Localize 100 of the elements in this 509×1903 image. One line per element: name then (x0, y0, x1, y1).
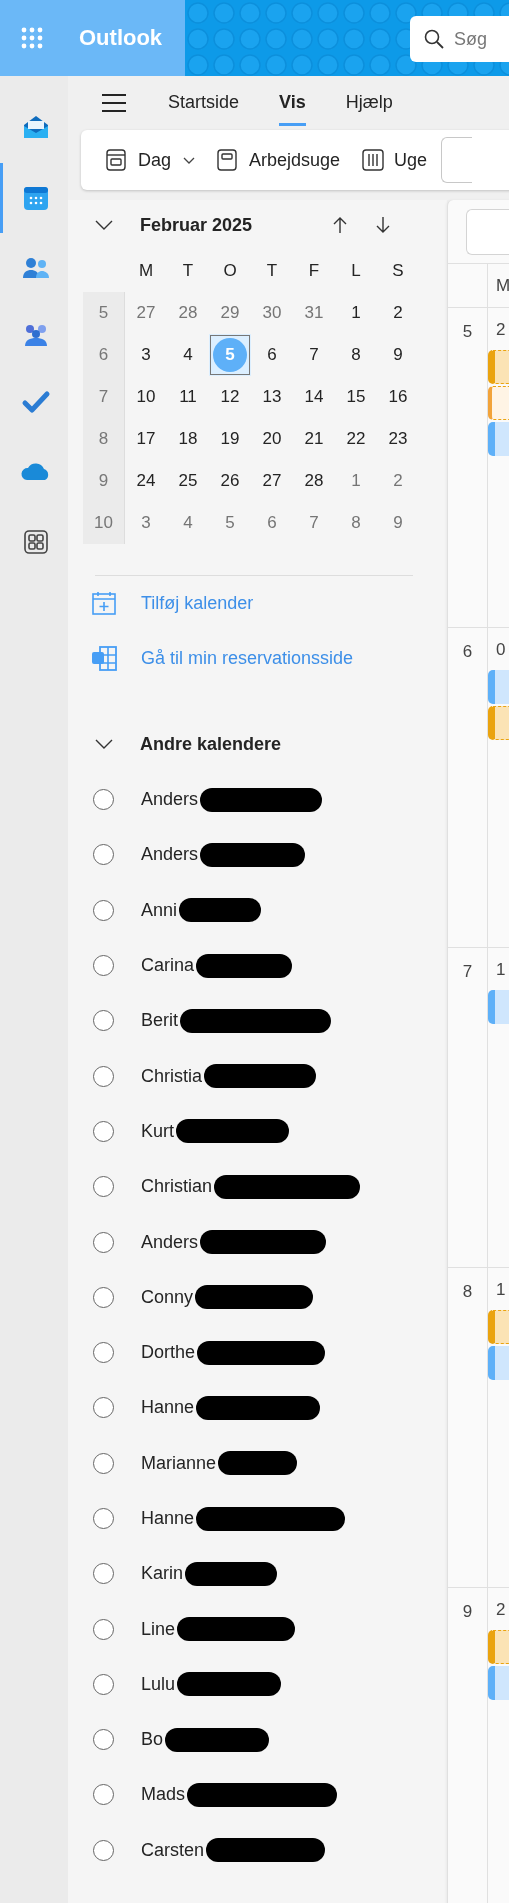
calendar-toggle[interactable] (93, 1729, 114, 1751)
day-number[interactable]: 11 (171, 380, 205, 414)
day-number[interactable]: 24 (129, 464, 163, 498)
day-number[interactable]: 1 (496, 960, 509, 980)
calendar-name[interactable]: Berit (141, 1010, 178, 1032)
tab[interactable]: Hjælp (345, 80, 393, 126)
calendar-toggle[interactable] (93, 1065, 114, 1087)
day-number[interactable]: 9 (381, 338, 415, 372)
calendar-name[interactable]: Anders (141, 844, 199, 866)
calendar-toggle[interactable] (93, 1618, 114, 1640)
day-number[interactable]: 21 (297, 422, 331, 456)
calendar-name[interactable]: Anders (141, 1231, 199, 1253)
day-number[interactable]: 28 (297, 464, 331, 498)
day-number[interactable]: 2 (381, 296, 415, 330)
calendar-toggle[interactable] (93, 1231, 114, 1253)
day-number[interactable]: 9 (381, 506, 415, 540)
calendar-toggle[interactable] (93, 1784, 114, 1806)
calendar-name[interactable]: Karin (141, 1563, 184, 1585)
day-number[interactable]: 7 (297, 506, 331, 540)
day-number[interactable]: 14 (297, 380, 331, 414)
calendar-toggle[interactable] (93, 844, 114, 866)
day-number[interactable]: 26 (213, 464, 247, 498)
day-number[interactable]: 25 (171, 464, 205, 498)
calendar-name[interactable]: Kurt (141, 1120, 174, 1142)
calendar-toggle[interactable] (93, 955, 114, 977)
calendar-name[interactable]: Carsten (141, 1839, 205, 1861)
calendar-toggle[interactable] (93, 789, 114, 811)
menu-icon[interactable] (101, 92, 127, 114)
day-number[interactable]: 4 (171, 338, 205, 372)
day-number[interactable]: 31 (297, 296, 331, 330)
day-number[interactable]: 13 (255, 380, 289, 414)
day-number[interactable]: 2 (496, 1600, 509, 1620)
day-number[interactable]: 12 (213, 380, 247, 414)
calendar-toggle[interactable] (93, 1397, 114, 1419)
calendar-toggle[interactable] (93, 1508, 114, 1529)
calendar-toggle[interactable] (93, 1563, 114, 1585)
month-title[interactable]: Februar 2025 (140, 214, 312, 236)
view-button[interactable]: Uge (362, 149, 428, 171)
previous-month-icon[interactable] (332, 216, 348, 234)
tab[interactable]: Vis (279, 80, 306, 126)
day-number[interactable]: 1 (496, 1280, 509, 1300)
day-number[interactable]: 15 (339, 380, 373, 414)
calendar-toggle[interactable] (93, 1839, 114, 1861)
day-number[interactable]: 3 (129, 338, 163, 372)
day-number[interactable]: 6 (255, 338, 289, 372)
calendar-name[interactable]: Anni (141, 899, 178, 921)
calendar-name[interactable]: Conny (141, 1286, 194, 1308)
calendar-name[interactable]: Carina (141, 955, 195, 977)
day-number[interactable]: 10 (129, 380, 163, 414)
calendar-name[interactable]: Anders (141, 789, 199, 811)
day-number[interactable]: 5 (213, 506, 247, 540)
calendar-toggle[interactable] (93, 1452, 114, 1474)
calendar-toggle[interactable] (93, 1176, 114, 1198)
day-number[interactable]: 19 (213, 422, 247, 456)
day-number[interactable]: 8 (339, 338, 373, 372)
calendar-toggle[interactable] (93, 1286, 114, 1308)
calendar-name[interactable]: Lulu (141, 1673, 176, 1695)
collapse-icon[interactable] (95, 220, 113, 230)
day-number[interactable]: 1 (339, 464, 373, 498)
day-number[interactable]: 16 (381, 380, 415, 414)
day-number[interactable]: 2 (381, 464, 415, 498)
calendar-toggle[interactable] (93, 1673, 114, 1695)
calendar-name[interactable]: Christian (141, 1176, 213, 1198)
calendar-name[interactable]: Christia (141, 1065, 202, 1087)
day-number[interactable]: 4 (171, 506, 205, 540)
next-month-icon[interactable] (375, 216, 391, 234)
day-number[interactable]: 7 (297, 338, 331, 372)
day-number[interactable]: 27 (129, 296, 163, 330)
day-number[interactable]: 8 (339, 506, 373, 540)
calendar-name[interactable]: Line (141, 1618, 176, 1640)
chevron-icon[interactable] (95, 739, 113, 749)
day-number[interactable]: 20 (255, 422, 289, 456)
calendar-name[interactable]: Marianne (141, 1452, 217, 1474)
day-number[interactable]: 17 (129, 422, 163, 456)
view-button[interactable]: Dag (106, 149, 196, 171)
calendar-name[interactable]: Hanne (141, 1397, 195, 1419)
calendar-toggle[interactable] (93, 1120, 114, 1142)
calendar-name[interactable]: Mads (141, 1784, 185, 1806)
calendar-toggle[interactable] (93, 1010, 114, 1032)
calendar-name[interactable]: Dorthe (141, 1342, 196, 1364)
day-number[interactable]: 30 (255, 296, 289, 330)
calendar-name[interactable]: Bo (141, 1729, 164, 1751)
calendar-toggle[interactable] (93, 899, 114, 921)
day-number[interactable]: 28 (171, 296, 205, 330)
day-number[interactable]: 29 (213, 296, 247, 330)
day-number[interactable]: 6 (255, 506, 289, 540)
day-number[interactable]: 1 (339, 296, 373, 330)
day-number[interactable]: 0 (496, 640, 509, 660)
calendar-name[interactable]: Hanne (141, 1508, 195, 1529)
app-launcher-icon[interactable] (21, 27, 43, 49)
day-number[interactable]: 2 (496, 320, 509, 340)
day-number[interactable]: 3 (129, 506, 163, 540)
view-button[interactable]: Arbejdsuge (217, 149, 341, 171)
day-number[interactable]: 18 (171, 422, 205, 456)
search-field[interactable]: Søg (410, 16, 509, 62)
day-number[interactable]: 22 (339, 422, 373, 456)
tab[interactable]: Startside (168, 80, 240, 126)
day-number[interactable]: 23 (381, 422, 415, 456)
day-number[interactable]: 27 (255, 464, 289, 498)
calendar-toggle[interactable] (93, 1342, 114, 1364)
